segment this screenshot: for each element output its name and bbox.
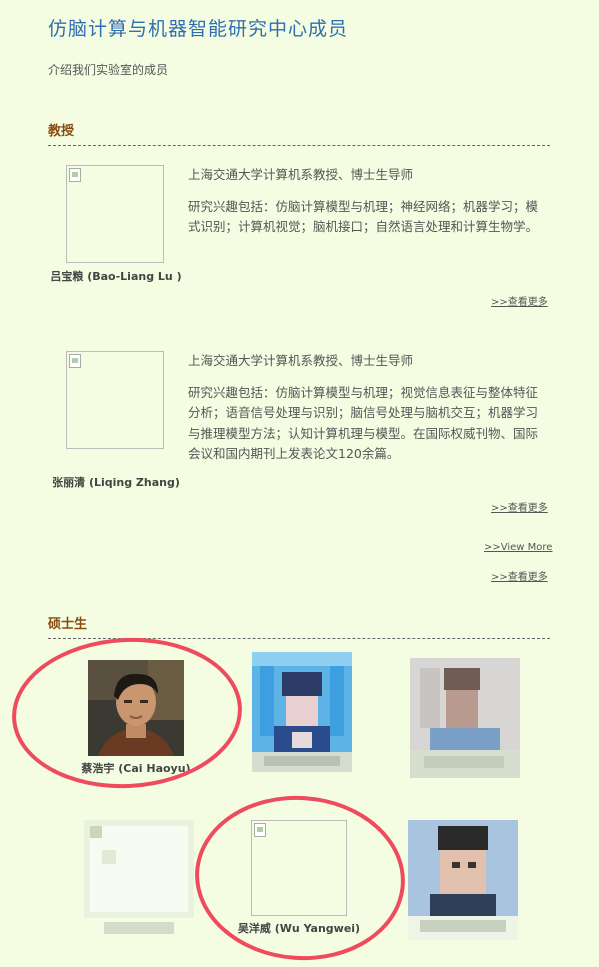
professor-position: 上海交通大学计算机系教授、博士生导师	[188, 167, 414, 182]
broken-image-icon	[69, 354, 81, 368]
page-subtitle: 介绍我们实验室的成员	[48, 63, 169, 77]
professor-position: 上海交通大学计算机系教授、博士生导师	[188, 353, 414, 368]
student-name[interactable]: 蔡浩宇 (Cai Haoyu)	[56, 760, 216, 776]
student-photo-pixelated	[410, 658, 520, 778]
broken-image-icon	[69, 168, 81, 182]
professor-name[interactable]: 张丽清 (Liqing Zhang)	[36, 474, 196, 490]
page-title: 仿脑计算与机器智能研究中心成员	[48, 18, 349, 40]
student-photo-pixelated	[252, 652, 352, 772]
student-photo-pixelated	[84, 820, 194, 942]
professor-more-link[interactable]: >>查看更多	[491, 499, 548, 514]
student-photo[interactable]	[88, 660, 184, 756]
more-link-cn[interactable]: >>查看更多	[491, 568, 548, 583]
student-photo[interactable]	[251, 820, 347, 916]
student-name[interactable]: 吴洋威 (Wu Yangwei)	[219, 920, 379, 936]
professor-name[interactable]: 吕宝粮 (Bao-Liang Lu )	[36, 268, 196, 284]
professor-bio: 上海交通大学计算机系教授、博士生导师 研究兴趣包括：仿脑计算模型与机理；神经网络…	[188, 165, 544, 249]
professor-research: 研究兴趣包括：仿脑计算模型与机理；神经网络；机器学习；模式识别；计算机视觉；脑机…	[188, 198, 539, 235]
section-heading-masters: 硕士生	[48, 613, 550, 639]
section-heading-professors: 教授	[48, 120, 550, 146]
professor-more-link[interactable]: >>查看更多	[491, 293, 548, 308]
professor-bio: 上海交通大学计算机系教授、博士生导师 研究兴趣包括：仿脑计算模型与机理；视觉信息…	[188, 351, 544, 476]
professor-photo[interactable]	[66, 165, 164, 263]
professor-research: 研究兴趣包括：仿脑计算模型与机理；视觉信息表征与整体特征分析；语音信号处理与识别…	[188, 384, 539, 462]
view-more-link[interactable]: >>View More	[484, 542, 552, 553]
professor-photo[interactable]	[66, 351, 164, 449]
student-photo-pixelated	[408, 820, 518, 940]
broken-image-icon	[254, 823, 266, 837]
